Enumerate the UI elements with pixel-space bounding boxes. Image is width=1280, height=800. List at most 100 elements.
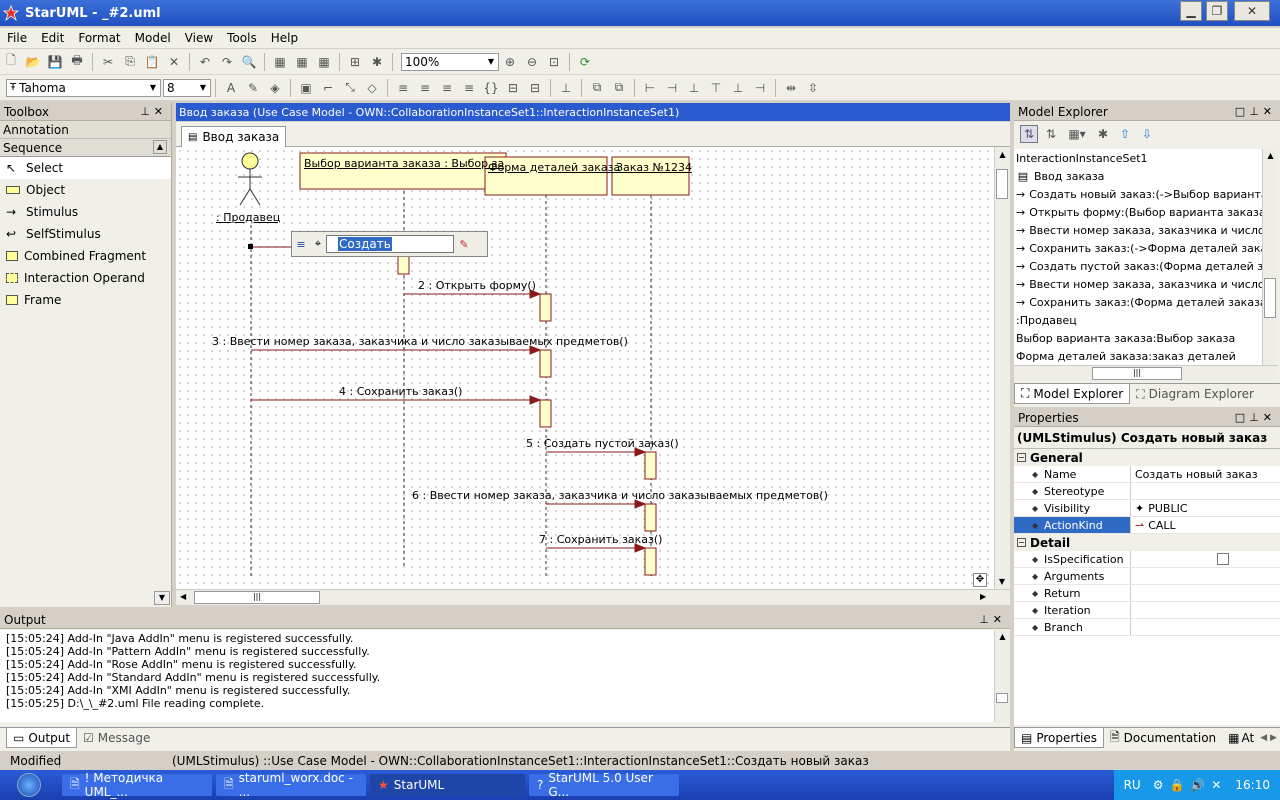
toolbox-object[interactable]: Object <box>0 179 171 201</box>
tree-item[interactable]: → Создать новый заказ:(->Выбор варианта з… <box>1014 185 1262 203</box>
tab-diagram-explorer[interactable]: ⛶ Diagram Explorer <box>1130 384 1260 404</box>
paste-icon[interactable]: 📋 <box>143 53 161 71</box>
tree-item[interactable]: Форма деталей заказа:заказ деталей <box>1014 347 1262 365</box>
prop-value[interactable] <box>1131 483 1280 499</box>
menu-view[interactable]: View <box>178 31 220 45</box>
align-top-icon[interactable]: ⊤ <box>707 79 725 97</box>
addin-icon[interactable]: ✱ <box>368 53 386 71</box>
line-style-icon[interactable]: ⌐ <box>319 79 337 97</box>
scroll-down-icon[interactable]: ▼ <box>154 591 170 605</box>
isspecification-checkbox[interactable] <box>1216 553 1229 565</box>
align-center-icon[interactable]: ⊥ <box>685 79 703 97</box>
tab-scroll-icon[interactable]: ◀ ▶ <box>1260 728 1277 749</box>
lang-indicator[interactable]: RU <box>1124 778 1141 792</box>
print-icon[interactable]: 🖶 <box>68 53 86 71</box>
edit-icon[interactable]: ✎ <box>454 238 474 251</box>
filter-icon[interactable]: ▦▾ <box>1064 125 1090 143</box>
align-middle-icon[interactable]: ⊣ <box>751 79 769 97</box>
tab-model-explorer[interactable]: ⛶ Model Explorer <box>1014 384 1131 404</box>
shadow-icon[interactable]: ▣ <box>297 79 315 97</box>
minimize-button[interactable]: ▁ <box>1180 1 1202 21</box>
tree-item[interactable]: ▤ Ввод заказа <box>1014 167 1262 185</box>
align-7-icon[interactable]: ⊟ <box>526 79 544 97</box>
open-icon[interactable]: 📂 <box>24 53 42 71</box>
space-v-icon[interactable]: ⇳ <box>804 79 822 97</box>
prop-stereotype[interactable]: Stereotype <box>1014 483 1280 500</box>
prop-iteration[interactable]: Iteration <box>1014 602 1280 619</box>
task-metodichka[interactable]: 🗎 ! Методичка UML_... <box>62 771 212 799</box>
align-right-icon[interactable]: ⊣ <box>663 79 681 97</box>
move-up-icon[interactable]: ⇧ <box>1116 125 1134 143</box>
tab-output[interactable]: ▭ Output <box>6 728 78 748</box>
task-staruml-worx[interactable]: 🗎 staruml_worx.doc - ... <box>216 771 366 799</box>
font-combo[interactable]: Ŧ Tahoma ▼ <box>6 78 161 97</box>
group-general[interactable]: − General <box>1014 449 1280 466</box>
output-vscroll[interactable]: ▲ <box>994 630 1010 722</box>
group-detail[interactable]: − Detail <box>1014 534 1280 551</box>
front-icon[interactable]: ⧉ <box>588 79 606 97</box>
maximize-button[interactable]: ❐ <box>1206 1 1228 21</box>
save-icon[interactable]: 💾 <box>46 53 64 71</box>
refresh-icon[interactable]: ⟳ <box>576 53 594 71</box>
diagram2-icon[interactable]: ▦ <box>293 53 311 71</box>
sort-az-icon[interactable]: ⇅ <box>1020 125 1038 143</box>
cut-icon[interactable]: ✂ <box>99 53 117 71</box>
panel-controls-icon[interactable]: □⊥✕ <box>1235 411 1276 424</box>
toolbox-frame[interactable]: Frame <box>0 289 171 311</box>
find-icon[interactable]: 🔍 <box>240 53 258 71</box>
menu-file[interactable]: File <box>0 31 34 45</box>
fill-color-icon[interactable]: ◈ <box>266 79 284 97</box>
prop-name[interactable]: NameСоздать новый заказ <box>1014 466 1280 483</box>
prop-value[interactable] <box>1131 585 1280 601</box>
panel-controls-icon[interactable]: □⊥✕ <box>1235 105 1276 118</box>
redo-icon[interactable]: ↷ <box>218 53 236 71</box>
actor-figure[interactable] <box>238 152 262 206</box>
xml-icon[interactable]: ⊞ <box>346 53 364 71</box>
prop-visibility[interactable]: Visibility✦PUBLIC <box>1014 500 1280 517</box>
toolbox-combined-fragment[interactable]: Combined Fragment <box>0 245 171 267</box>
toolbox-select[interactable]: ↖ Select <box>0 157 171 179</box>
diagram-vscroll[interactable]: ▲ ▼ <box>994 147 1010 589</box>
prop-value[interactable]: Создать новый заказ <box>1131 466 1280 482</box>
prop-value[interactable]: ⇀ CALL <box>1131 517 1280 533</box>
task-staruml[interactable]: ★ StarUML <box>370 774 525 796</box>
close-button[interactable]: ✕ <box>1234 1 1270 21</box>
prop-isspecification[interactable]: IsSpecification <box>1014 551 1280 568</box>
align-2-icon[interactable]: ≡ <box>416 79 434 97</box>
stereotype-icon[interactable]: ⌖ <box>310 237 326 251</box>
font-size-combo[interactable]: 8 ▼ <box>163 78 211 97</box>
tab-documentation[interactable]: 🗎 Documentation <box>1104 728 1222 748</box>
toolbox-interaction-operand[interactable]: Interaction Operand <box>0 267 171 289</box>
tree-hscroll[interactable]: ||| <box>1014 365 1278 381</box>
back-icon[interactable]: ⧉ <box>610 79 628 97</box>
zoom-fit-icon[interactable]: ⊡ <box>545 53 563 71</box>
pin-close-icon[interactable]: ⊥✕ <box>140 105 167 118</box>
tree-item[interactable]: → Ввести номер заказа, заказчика и число … <box>1014 221 1262 239</box>
tree-item[interactable]: → Сохранить заказ:(Форма деталей заказа->… <box>1014 293 1262 311</box>
line-color-icon[interactable]: ✎ <box>244 79 262 97</box>
navigator-icon[interactable]: ✥ <box>973 573 987 587</box>
align-bottom-icon[interactable]: ⊥ <box>729 79 747 97</box>
toolbox-group-sequence[interactable]: Sequence ▲ <box>0 139 171 157</box>
diagram3-icon[interactable]: ▦ <box>315 53 333 71</box>
tree-item[interactable]: InteractionInstanceSet1 <box>1014 149 1262 167</box>
tree-vscroll[interactable]: ▲ <box>1262 149 1278 365</box>
menu-tools[interactable]: Tools <box>220 31 264 45</box>
menu-format[interactable]: Format <box>71 31 127 45</box>
diagram-tab[interactable]: ▤ Ввод заказа <box>181 126 287 147</box>
task-user-guide[interactable]: ? StarUML 5.0 User G... <box>529 771 679 799</box>
prop-value[interactable] <box>1131 602 1280 618</box>
toolbox-group-annotation[interactable]: Annotation <box>0 121 171 139</box>
tree-item[interactable]: → Сохранить заказ:(->Форма деталей заказа… <box>1014 239 1262 257</box>
align-4-icon[interactable]: ≡ <box>460 79 478 97</box>
tree-item[interactable]: Выбор варианта заказа:Выбор заказа <box>1014 329 1262 347</box>
tree-item[interactable]: :Продавец <box>1014 311 1262 329</box>
toolbox-stimulus[interactable]: → Stimulus <box>0 201 171 223</box>
space-h-icon[interactable]: ⇹ <box>782 79 800 97</box>
scroll-up-icon[interactable]: ▲ <box>153 140 167 154</box>
tab-properties[interactable]: ▤ Properties <box>1014 728 1104 748</box>
diagram-hscroll[interactable]: ◀ ||| ▶ <box>176 589 1010 605</box>
align-5-icon[interactable]: {} <box>482 79 500 97</box>
zoom-combo[interactable]: 100% ▼ <box>401 52 499 71</box>
new-icon[interactable]: 🗋 <box>2 53 20 71</box>
